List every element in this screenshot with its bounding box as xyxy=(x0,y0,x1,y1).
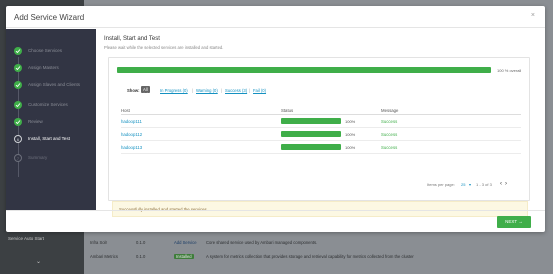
step-number: 7 xyxy=(16,156,20,161)
host-link[interactable]: hadoop111 xyxy=(121,119,142,124)
step-label: Assign Slaves and Clients xyxy=(28,82,81,87)
host-message-link[interactable]: Success xyxy=(381,145,397,150)
filter-separator: | xyxy=(192,88,194,93)
host-progress-bar xyxy=(281,144,341,150)
items-per-page-label: Items per page: xyxy=(427,182,455,187)
step-label: Assign Masters xyxy=(28,65,59,70)
service-name: Ambari Metrics xyxy=(90,254,118,259)
filter-separator: | xyxy=(221,88,223,93)
column-status: Status xyxy=(281,108,294,113)
modal-header: Add Service Wizard × xyxy=(6,6,545,28)
host-message-link[interactable]: Success xyxy=(381,119,397,124)
overall-progress-text: 100 % overall xyxy=(497,68,522,73)
step-customize-services[interactable]: Customize Services xyxy=(14,100,94,112)
page-subtitle: Please wait while the selected services … xyxy=(104,45,224,50)
step-assign-slaves-clients[interactable]: Assign Slaves and Clients xyxy=(14,80,94,92)
step-number: 6 xyxy=(16,137,20,142)
step-label: Install, Start and Test xyxy=(28,136,70,141)
service-description: Core shared service used by Ambari manag… xyxy=(206,240,318,245)
check-icon xyxy=(14,47,22,55)
check-icon xyxy=(14,118,22,126)
check-icon xyxy=(14,81,22,89)
host-link[interactable]: hadoop112 xyxy=(121,132,142,137)
step-summary: 7 Summary xyxy=(14,153,94,165)
add-service-wizard-modal: Add Service Wizard × Choose Services Ass… xyxy=(6,6,545,232)
installed-badge: Installed xyxy=(174,254,194,259)
table-row: Ambari Metrics 0.1.0 Installed A system … xyxy=(84,252,549,261)
check-icon xyxy=(14,101,22,109)
service-name: Infra Solr xyxy=(90,240,107,245)
step-install-start-test: 6 Install, Start and Test xyxy=(14,134,94,146)
previous-page-icon[interactable]: ‹ xyxy=(500,181,502,187)
table-header: Host Status Message xyxy=(121,105,521,115)
filter-in-progress-link[interactable]: In Progress (0) xyxy=(160,88,188,93)
host-progress-bar xyxy=(281,118,341,124)
items-per-page-select[interactable]: 25 xyxy=(461,182,465,187)
filter-success-link[interactable]: Success (3) xyxy=(225,88,247,93)
filter-warning-link[interactable]: Warning (0) xyxy=(196,88,218,93)
next-button[interactable]: NEXT → xyxy=(497,216,531,228)
install-progress-panel: 100 % overall Show: All (3) In Progress … xyxy=(108,57,530,201)
host-progress-percent: 100% xyxy=(345,132,356,137)
filter-separator: | xyxy=(249,88,251,93)
service-description: A system for metrics collection that pro… xyxy=(206,254,414,259)
step-review[interactable]: Review xyxy=(14,117,94,129)
step-choose-services[interactable]: Choose Services xyxy=(14,46,94,58)
host-progress-percent: 100% xyxy=(345,145,356,150)
modal-footer: NEXT → xyxy=(6,210,545,232)
host-message-link[interactable]: Success xyxy=(381,132,397,137)
overall-progress-fill xyxy=(117,67,491,73)
page-title: Install, Start and Test xyxy=(104,36,160,42)
host-link[interactable]: hadoop113 xyxy=(121,145,142,150)
table-row: Infra Solr 0.1.0 Add Service Core shared… xyxy=(84,238,549,247)
page-range: 1 - 3 of 3 xyxy=(476,182,492,187)
column-host: Host xyxy=(121,108,130,113)
filter-fail-link[interactable]: Fail (0) xyxy=(253,88,266,93)
service-version: 0.1.0 xyxy=(136,254,146,259)
service-auto-start-link: Service Auto Start xyxy=(8,236,45,241)
step-label: Review xyxy=(28,119,43,124)
step-label: Choose Services xyxy=(28,48,63,53)
close-icon[interactable]: × xyxy=(531,12,535,19)
host-progress-bar xyxy=(281,131,341,137)
step-assign-masters[interactable]: Assign Masters xyxy=(14,63,94,75)
service-version: 0.1.0 xyxy=(136,240,146,245)
table-row: hadoop113 100% Success xyxy=(121,141,521,154)
step-number-circle: 6 xyxy=(14,135,22,143)
next-page-icon[interactable]: › xyxy=(505,181,507,187)
wizard-content: Install, Start and Test Please wait whil… xyxy=(104,29,537,217)
step-number-circle: 7 xyxy=(14,154,22,162)
filter-show-label: Show: xyxy=(127,88,140,93)
filter-all-button[interactable]: All (3) xyxy=(141,86,151,97)
host-progress-percent: 100% xyxy=(345,119,356,124)
chevron-down-icon: ⌄ xyxy=(36,259,42,265)
table-row: hadoop111 100% Success xyxy=(121,115,521,128)
step-label: Summary xyxy=(28,155,48,160)
chevron-down-icon[interactable]: ▾ xyxy=(469,182,471,187)
modal-title: Add Service Wizard xyxy=(14,13,85,22)
wizard-steps-nav: Choose Services Assign Masters Assign Sl… xyxy=(6,29,96,210)
column-message: Message xyxy=(381,108,399,113)
step-label: Customize Services xyxy=(28,102,68,107)
overall-progress-bar xyxy=(117,67,491,73)
add-service-link: Add Service xyxy=(174,240,197,245)
check-icon xyxy=(14,64,22,72)
table-row: hadoop112 100% Success xyxy=(121,128,521,141)
